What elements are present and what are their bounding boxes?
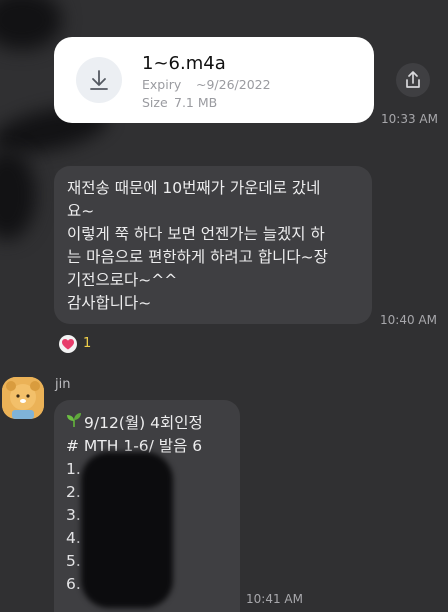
message-line: 요~ bbox=[67, 202, 95, 220]
message-line: 이렇게 쭉 하다 보면 언젠가는 늘겠지 하 bbox=[67, 225, 325, 243]
blurred-region bbox=[0, 150, 36, 240]
message-line: 9/12(월) 4회인정 bbox=[66, 412, 240, 435]
share-button[interactable] bbox=[396, 63, 430, 97]
heart-icon bbox=[59, 335, 77, 353]
message-text: 9/12(월) 4회인정 bbox=[84, 414, 203, 432]
file-attachment-bubble[interactable]: 1~6.m4a Expiry ~9/26/2022 Size 7.1 MB bbox=[54, 37, 374, 123]
share-icon bbox=[406, 71, 420, 88]
expiry-label: Expiry bbox=[142, 77, 182, 92]
file-name: 1~6.m4a bbox=[142, 53, 226, 74]
file-size-row: Size 7.1 MB bbox=[142, 95, 217, 110]
reaction-count: 1 bbox=[83, 336, 92, 351]
expiry-value: ~9/26/2022 bbox=[196, 77, 271, 92]
seedling-icon bbox=[66, 412, 84, 435]
redacted-region bbox=[81, 452, 173, 608]
message-time: 10:41 AM bbox=[246, 592, 303, 606]
message-line: 는 마음으로 편한하게 하려고 합니다~장 bbox=[67, 248, 328, 266]
size-value: 7.1 MB bbox=[174, 95, 218, 110]
avatar[interactable] bbox=[2, 377, 44, 419]
message-time: 10:33 AM bbox=[381, 112, 438, 126]
message-line: 감사합니다~ bbox=[67, 294, 152, 312]
blurred-region bbox=[0, 0, 62, 50]
sender-name: jin bbox=[55, 377, 71, 392]
message-time: 10:40 AM bbox=[380, 313, 437, 327]
download-icon[interactable] bbox=[76, 57, 122, 103]
chat-message-bubble[interactable]: 재전송 때문에 10번째가 가운데로 갔네 요~ 이렇게 쭉 하다 보면 언젠가… bbox=[54, 166, 372, 324]
file-expiry-row: Expiry ~9/26/2022 bbox=[142, 77, 271, 92]
chat-message-bubble[interactable]: 9/12(월) 4회인정 # MTH 1-6/ 발음 6 1. 2. 3. 4.… bbox=[54, 400, 240, 612]
message-line: 기전으로다~^^ bbox=[67, 271, 178, 289]
message-line: 재전송 때문에 10번째가 가운데로 갔네 bbox=[67, 179, 321, 197]
size-label: Size bbox=[142, 95, 168, 110]
